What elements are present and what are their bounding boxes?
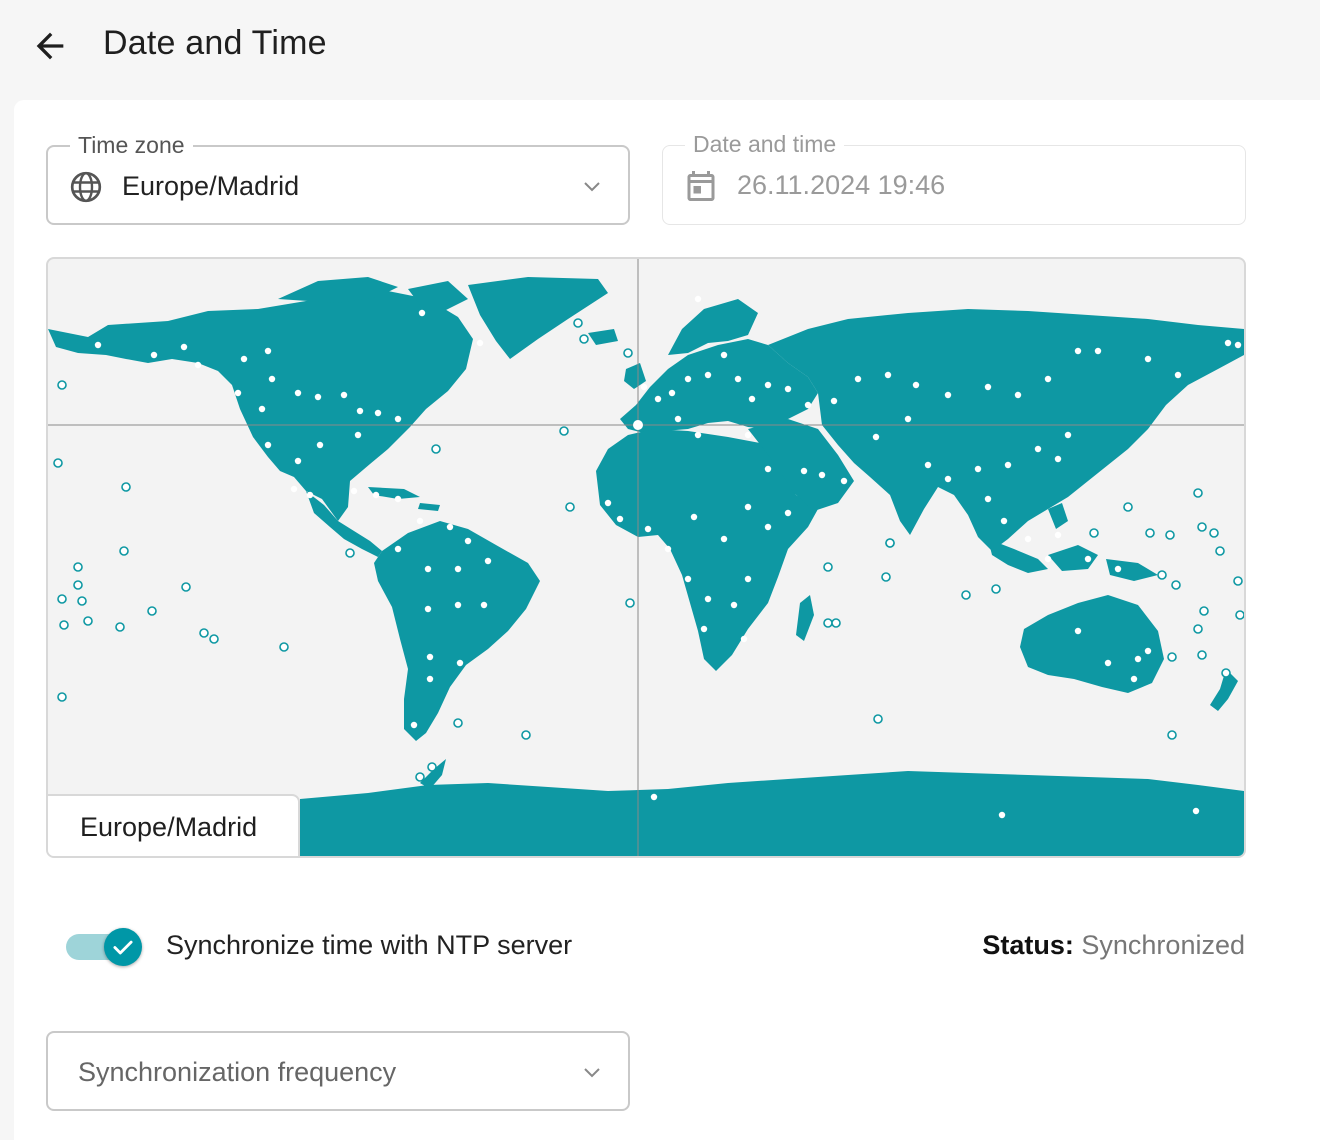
timezone-label: Time zone: [70, 131, 193, 159]
chevron-down-icon: [584, 1068, 600, 1078]
calendar-icon: [687, 171, 715, 201]
sync-frequency-placeholder: Synchronization frequency: [78, 1057, 397, 1087]
timezone-select[interactable]: Time zone Europe/Madrid: [46, 131, 630, 225]
datetime-field: Date and time 26.11.2024 19:46: [662, 130, 1246, 225]
globe-icon: [70, 171, 102, 203]
ntp-sync-toggle[interactable]: [64, 926, 144, 968]
world-map-graphic[interactable]: [48, 259, 1244, 856]
header: Date and Time: [0, 0, 1320, 96]
arrow-left-icon: [36, 32, 64, 60]
datetime-label: Date and time: [685, 130, 845, 158]
status-value: Synchronized: [1081, 930, 1245, 960]
datetime-value: 26.11.2024 19:46: [737, 170, 946, 200]
map-timezone-label: Europe/Madrid: [48, 794, 300, 856]
back-button[interactable]: [24, 22, 76, 70]
status-label: Status:: [982, 930, 1074, 960]
sync-frequency-select[interactable]: Synchronization frequency: [46, 1031, 630, 1111]
world-map[interactable]: Europe/Madrid: [46, 257, 1246, 858]
check-icon: [113, 940, 133, 955]
page-title: Date and Time: [103, 24, 327, 62]
chevron-down-icon: [584, 182, 600, 192]
toggle-thumb: [104, 928, 142, 966]
timezone-value: Europe/Madrid: [122, 171, 300, 201]
sync-status: Status: Synchronized: [982, 930, 1245, 961]
ntp-sync-label: Synchronize time with NTP server: [166, 930, 573, 960]
